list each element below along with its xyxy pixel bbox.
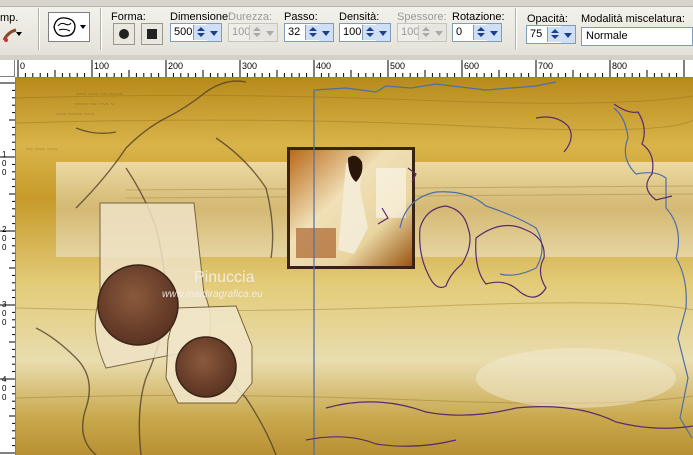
ruler-label: 0	[2, 243, 7, 252]
svg-text:~~~ ~~~ ~~ ~~~~: ~~~ ~~~ ~~ ~~~~	[76, 92, 124, 98]
densita-value: 100	[343, 26, 362, 38]
blend-mode-value: Normale	[586, 30, 628, 42]
ruler-label: 3	[2, 300, 7, 309]
dimensione-field[interactable]: 500	[170, 23, 222, 42]
ruler-label: 100	[94, 61, 109, 71]
rotazione-spinner[interactable]	[473, 25, 487, 40]
spessore-value: 100	[401, 26, 420, 38]
large-brown-circle	[97, 264, 179, 346]
ruler-label: 0	[2, 393, 7, 402]
dimensione-value: 500	[174, 26, 193, 38]
spessore-dropdown	[432, 24, 446, 41]
vertical-ruler: 100200300400	[0, 77, 16, 455]
durezza-dropdown	[263, 24, 277, 41]
rotazione-value: 0	[456, 26, 463, 38]
passo-value: 32	[288, 26, 301, 38]
watermark-url: www.maidiragrafica.eu	[162, 289, 263, 300]
ruler-label: 600	[464, 61, 479, 71]
image-canvas[interactable]: ~~~ ~~~ ~~ ~~~~ ~~~~ ~~ ~~~ ~ ~~~ ~~~~ ~…	[16, 78, 693, 455]
tool-label: mp.	[0, 12, 19, 24]
opacita-label: Opacità:	[527, 13, 568, 25]
ruler-label: 0	[2, 168, 7, 177]
ruler-label: 500	[390, 61, 405, 71]
svg-text:~~~~ ~~ ~~~ ~: ~~~~ ~~ ~~~ ~	[74, 102, 115, 108]
dimensione-dropdown[interactable]	[207, 24, 221, 41]
ruler-label: 4	[2, 375, 7, 384]
brush-tip-selector[interactable]	[48, 12, 90, 42]
opacita-value: 75	[530, 28, 543, 40]
densita-spinner[interactable]	[362, 25, 376, 40]
durezza-label: Durezza:	[228, 11, 273, 23]
separator	[38, 8, 40, 50]
passo-field[interactable]: 32	[284, 23, 334, 42]
watermark-name: Pinuccia	[194, 269, 255, 286]
spessore-field: 100	[397, 23, 447, 42]
passo-spinner[interactable]	[305, 25, 319, 40]
densita-dropdown[interactable]	[376, 24, 390, 41]
rotazione-field[interactable]: 0	[452, 23, 502, 42]
ruler-label: 0	[2, 309, 7, 318]
durezza-value: 100	[232, 26, 251, 38]
ruler-label: 0	[20, 61, 25, 71]
blend-mode-select[interactable]: Normale	[581, 27, 693, 46]
densita-field[interactable]: 100	[339, 23, 391, 42]
durezza-field: 100	[228, 23, 278, 42]
preset-dropdown-arrow[interactable]	[16, 32, 22, 36]
ruler-label: 200	[168, 61, 183, 71]
durezza-spinner	[249, 25, 263, 40]
forma-label: Forma:	[111, 11, 146, 23]
tool-options-toolbar: mp. Forma: Dimensione: 500 Durezza: 100 …	[0, 0, 693, 56]
opacita-dropdown[interactable]	[561, 26, 575, 43]
rotazione-label: Rotazione:	[452, 11, 505, 23]
ruler-label: 0	[2, 318, 7, 327]
square-icon	[147, 29, 157, 39]
square-shape-button[interactable]	[141, 23, 163, 45]
circle-icon	[119, 29, 129, 39]
separator	[100, 8, 102, 50]
ruler-label: 700	[538, 61, 553, 71]
small-brown-circle	[175, 336, 237, 398]
light-patch	[476, 348, 676, 408]
passo-dropdown[interactable]	[319, 24, 333, 41]
rotazione-dropdown[interactable]	[487, 24, 501, 41]
ruler-label: 0	[2, 384, 7, 393]
ruler-label: 800	[612, 61, 627, 71]
ruler-label: 0	[2, 234, 7, 243]
ruler-corner	[0, 60, 15, 77]
ruler-label: 1	[2, 150, 7, 159]
spessore-spinner	[418, 25, 432, 40]
svg-text:~~~ ~~~~ ~~~: ~~~ ~~~~ ~~~	[56, 112, 95, 118]
ruler-label: 0	[2, 159, 7, 168]
round-shape-button[interactable]	[113, 23, 135, 45]
ruler-label: 300	[242, 61, 257, 71]
photo-frame	[287, 147, 415, 269]
spessore-label: Spessore:	[397, 11, 447, 23]
opacita-spinner[interactable]	[547, 27, 561, 42]
dimensione-spinner[interactable]	[193, 25, 207, 40]
modalita-label: Modalità miscelatura:	[581, 13, 685, 25]
ruler-label: 400	[316, 61, 331, 71]
brush-tip-icon	[53, 17, 76, 37]
menu-strip	[0, 0, 693, 7]
svg-text:~~ ~~~ ~~~: ~~ ~~~ ~~~	[26, 147, 58, 153]
ruler-label: 2	[2, 225, 7, 234]
separator	[515, 8, 517, 50]
horizontal-ruler: 0 100 200 300 400 500 600 700 800	[15, 60, 693, 78]
dimensione-label: Dimensione:	[170, 11, 232, 23]
densita-label: Densità:	[339, 11, 380, 23]
opacita-field[interactable]: 75	[526, 25, 576, 44]
passo-label: Passo:	[284, 11, 318, 23]
chevron-down-icon	[80, 25, 86, 29]
